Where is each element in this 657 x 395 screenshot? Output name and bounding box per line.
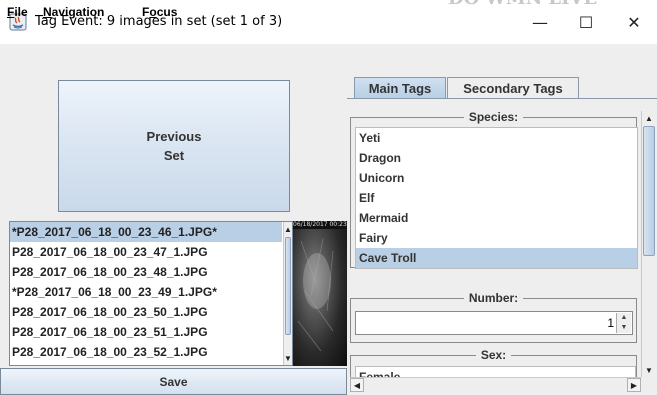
- number-stepper[interactable]: ▲ ▼: [616, 313, 631, 333]
- file-list-item[interactable]: P28_2017_06_18_00_23_52_1.JPG: [10, 342, 282, 362]
- species-list-item[interactable]: Unicorn: [356, 168, 637, 188]
- file-list-item[interactable]: P28_2017_06_18_00_23_48_1.JPG: [10, 262, 282, 282]
- minimize-icon: —: [532, 12, 548, 32]
- species-list-item[interactable]: Yeti: [356, 128, 637, 148]
- scroll-up-arrow-icon[interactable]: ▲: [284, 222, 292, 236]
- number-value: 1: [607, 316, 614, 330]
- file-list-scroll-thumb[interactable]: [285, 237, 291, 335]
- number-spinner-field[interactable]: 1 ▲ ▼: [355, 311, 633, 335]
- species-list[interactable]: Yeti Dragon Unicorn Elf Mermaid Fairy Cave Tro…: [355, 127, 638, 269]
- file-list-item[interactable]: *P28_2017_06_18_00_23_49_1.JPG*: [10, 282, 282, 302]
- scroll-right-arrow-icon[interactable]: ▶: [627, 378, 641, 392]
- save-button[interactable]: Save: [0, 368, 347, 395]
- number-title: Number:: [463, 291, 524, 305]
- image-file-list[interactable]: *P28_2017_06_18_00_23_46_1.JPG* P28_2017_…: [9, 221, 293, 366]
- spinner-down-icon[interactable]: ▼: [617, 323, 631, 333]
- close-icon: ✕: [627, 12, 641, 32]
- list-item[interactable]: Female: [356, 367, 635, 377]
- file-list-item[interactable]: P28_2017_06_18_00_23_51_1.JPG: [10, 322, 282, 342]
- menu-file[interactable]: File: [7, 5, 28, 19]
- species-title: Species:: [463, 111, 524, 124]
- menu-navigation[interactable]: Navigation: [43, 5, 104, 19]
- minimize-button[interactable]: —: [517, 0, 563, 44]
- tags-vertical-scrollbar[interactable]: ▲ ▼: [641, 111, 656, 377]
- species-list-item[interactable]: Mermaid: [356, 208, 637, 228]
- sex-title: Sex:: [475, 348, 512, 362]
- file-list-item[interactable]: *P28_2017_06_18_00_23_46_1.JPG*: [10, 222, 282, 242]
- tags-horizontal-scrollbar[interactable]: ◀ ▶: [350, 377, 641, 392]
- sex-list[interactable]: Female: [355, 366, 636, 377]
- tags-scroll-pane: Species: Yeti Dragon Unicorn Elf Mermaid Fair…: [350, 111, 655, 377]
- file-list-scrollbar[interactable]: ▲ ▼: [283, 222, 292, 365]
- scroll-down-arrow-icon[interactable]: ▼: [284, 351, 292, 365]
- menu-focus[interactable]: Focus: [142, 5, 177, 19]
- tab-main-tags[interactable]: Main Tags: [354, 77, 446, 98]
- sex-group: Sex: Female: [350, 348, 637, 377]
- file-list-items: *P28_2017_06_18_00_23_46_1.JPG* P28_2017_…: [10, 222, 282, 362]
- spinner-up-icon[interactable]: ▲: [617, 313, 631, 323]
- species-list-item[interactable]: Elf: [356, 188, 637, 208]
- close-button[interactable]: ✕: [611, 0, 657, 44]
- number-group: Number: 1 ▲ ▼: [350, 291, 637, 343]
- scroll-left-arrow-icon[interactable]: ◀: [350, 378, 364, 392]
- image-preview: 06/18/2017 00:23: [293, 221, 347, 366]
- menu-bar: [0, 44, 657, 69]
- species-list-item[interactable]: Cave Troll: [356, 248, 637, 268]
- maximize-button[interactable]: ☐: [563, 0, 609, 44]
- tags-scroll-thumb[interactable]: [643, 126, 655, 256]
- tab-secondary-tags[interactable]: Secondary Tags: [447, 77, 579, 98]
- species-list-item[interactable]: Fairy: [356, 228, 637, 248]
- previous-set-label-line2: Set: [163, 148, 185, 163]
- previous-set-button[interactable]: Previous Set: [58, 80, 290, 212]
- maximize-icon: ☐: [578, 12, 594, 32]
- file-list-item[interactable]: P28_2017_06_18_00_23_47_1.JPG: [10, 242, 282, 262]
- previous-set-label-line1: Previous: [146, 129, 202, 144]
- scroll-up-arrow-icon[interactable]: ▲: [642, 111, 656, 125]
- species-list-item[interactable]: Dragon: [356, 148, 637, 168]
- species-group: Species: Yeti Dragon Unicorn Elf Mermaid Fair…: [350, 111, 638, 269]
- scroll-down-arrow-icon[interactable]: ▼: [642, 363, 656, 377]
- file-list-item[interactable]: P28_2017_06_18_00_23_50_1.JPG: [10, 302, 282, 322]
